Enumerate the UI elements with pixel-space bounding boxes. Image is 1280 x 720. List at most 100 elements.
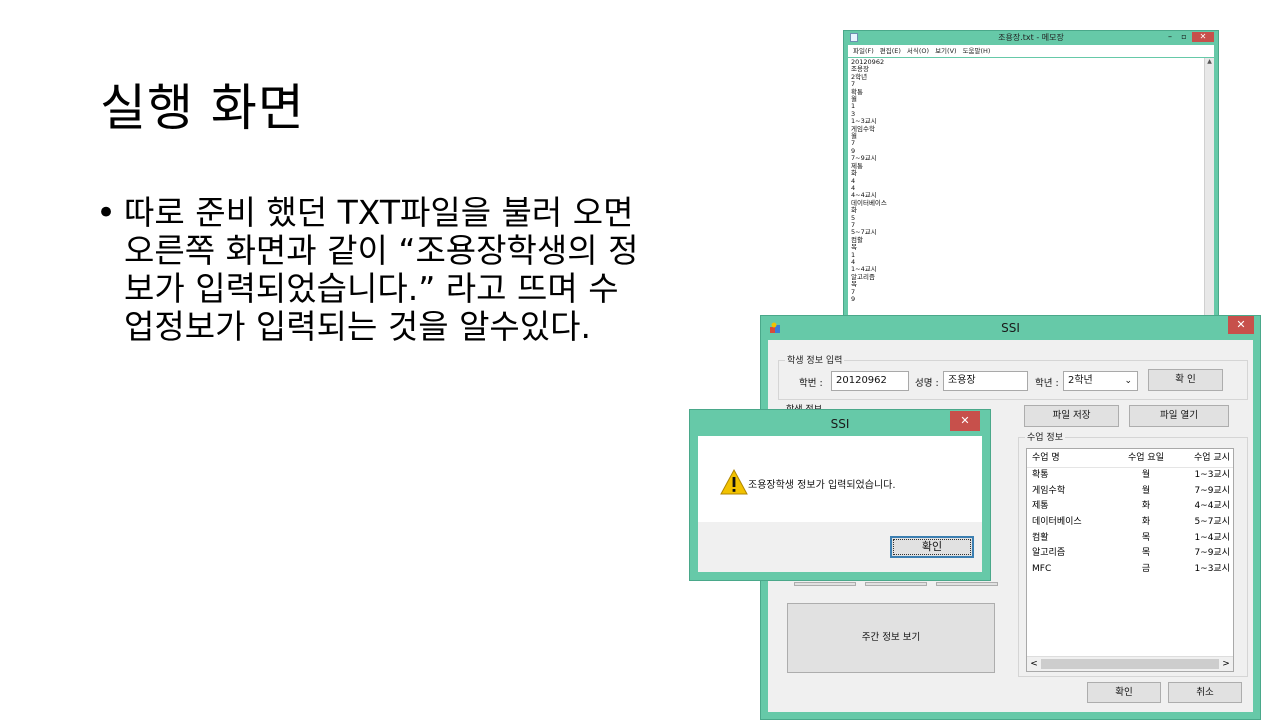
list-cell: 화	[1141, 501, 1151, 512]
ssi-titlebar[interactable]: SSI ✕	[761, 316, 1260, 340]
scroll-up-icon[interactable]: ▲	[1205, 58, 1214, 65]
menu-help[interactable]: 도움말(H)	[963, 45, 991, 57]
notepad-line: 4	[851, 176, 856, 185]
scroll-right-icon[interactable]: >	[1219, 657, 1233, 671]
notepad-line: 7~9교시	[851, 154, 877, 163]
list-cell: 데이터베이스	[1032, 517, 1082, 528]
notepad-app-icon	[850, 33, 858, 42]
close-icon[interactable]: ✕	[1228, 316, 1254, 334]
notepad-title: 조용장.txt - 메모장	[998, 33, 1064, 42]
list-cell: 화	[1141, 517, 1151, 528]
notepad-titlebar[interactable]: 조용장.txt - 메모장 – ▫ ✕	[844, 31, 1218, 45]
notepad-line: 7	[851, 139, 856, 148]
id-label: 학번 :	[799, 378, 823, 389]
list-cell: 확통	[1032, 470, 1049, 480]
list-cell: 1~4교시	[1194, 532, 1230, 543]
minimize-icon[interactable]: –	[1164, 32, 1176, 42]
menu-view[interactable]: 보기(V)	[935, 45, 956, 57]
notepad-line: 월	[851, 132, 857, 141]
notepad-line: 화	[851, 206, 857, 215]
confirm-student-button[interactable]: 확 인	[1148, 369, 1223, 391]
column-header[interactable]: 수업 명	[1027, 449, 1120, 467]
list-item[interactable]: 알고리즘 목 7~9교시	[1027, 546, 1233, 562]
student-id-input[interactable]: 20120962	[831, 371, 909, 391]
class-list[interactable]: 수업 명 수업 요일 수업 교시 확통 월 1~3교시 게임수학 월 7~9교시 제통 화 4~…	[1026, 448, 1234, 672]
list-item[interactable]: 확통 월 1~3교시	[1027, 468, 1233, 484]
message-box-client: 조용장학생 정보가 입력되었습니다. 확인	[698, 436, 982, 572]
notepad-text-area[interactable]: 20120962 조용장 2학년 7 확통 월 1 3 1~3교시 게임수학 월 7 9 7~9교시 제통 화…	[848, 58, 1214, 359]
list-item[interactable]: MFC 금 1~3교시	[1027, 562, 1233, 578]
menu-edit[interactable]: 편집(E)	[880, 45, 901, 57]
warning-icon	[720, 468, 748, 495]
scrollbar-thumb[interactable]	[1041, 659, 1219, 669]
list-cell: 목	[1141, 532, 1151, 543]
list-cell: 7~9교시	[1194, 548, 1230, 559]
notepad-line: 게임수학	[851, 124, 875, 133]
notepad-line: 9	[851, 295, 856, 303]
hidden-button-1[interactable]	[794, 582, 856, 586]
list-item[interactable]: 데이터베이스 화 5~7교시	[1027, 515, 1233, 531]
maximize-icon[interactable]: ▫	[1178, 32, 1190, 42]
list-header: 수업 명 수업 요일 수업 교시	[1027, 449, 1233, 468]
ok-button[interactable]: 확인	[1087, 682, 1161, 703]
list-cell: 1~3교시	[1194, 564, 1230, 575]
message-box-title: SSI	[830, 417, 850, 431]
grade-select-value: 2학년	[1068, 375, 1093, 386]
notepad-line: 1~4교시	[851, 265, 877, 274]
list-cell: 목	[1141, 548, 1151, 559]
list-item[interactable]: 컴활 목 1~4교시	[1027, 531, 1233, 547]
open-file-button[interactable]: 파일 열기	[1129, 405, 1229, 427]
close-icon[interactable]: ✕	[950, 411, 980, 431]
scroll-left-icon[interactable]: <	[1027, 657, 1041, 671]
notepad-line: 목	[851, 280, 857, 289]
notepad-scrollbar[interactable]: ▲	[1204, 58, 1214, 359]
chevron-down-icon[interactable]: ⌄	[1124, 372, 1132, 390]
hidden-button-2[interactable]	[865, 582, 927, 586]
column-header[interactable]: 수업 교시	[1172, 449, 1230, 467]
list-cell: 월	[1141, 470, 1151, 480]
notepad-line: 5~7교시	[851, 228, 877, 237]
notepad-line: 7	[851, 220, 856, 229]
app-icon	[770, 322, 780, 333]
horizontal-scrollbar[interactable]: < >	[1027, 656, 1233, 671]
message-box-titlebar[interactable]: SSI ✕	[690, 410, 990, 436]
weekly-info-button[interactable]: 주간 정보 보기	[787, 603, 995, 673]
save-file-button[interactable]: 파일 저장	[1024, 405, 1119, 427]
list-item[interactable]: 제통 화 4~4교시	[1027, 499, 1233, 515]
notepad-window: 조용장.txt - 메모장 – ▫ ✕ 파일(F) 편집(E) 서식(O) 보기…	[843, 30, 1219, 360]
menu-format[interactable]: 서식(O)	[907, 45, 929, 57]
close-icon[interactable]: ✕	[1192, 32, 1214, 42]
grade-select[interactable]: 2학년 ⌄	[1063, 371, 1138, 391]
hidden-button-3[interactable]	[936, 582, 998, 586]
message-box: SSI ✕ 조용장학생 정보가 입력되었습니다. 확인	[689, 409, 991, 581]
notepad-line: 제통	[851, 161, 863, 170]
list-cell: 5~7교시	[1194, 517, 1230, 528]
notepad-line: 1	[851, 102, 856, 111]
cancel-button[interactable]: 취소	[1168, 682, 1242, 703]
list-rows: 확통 월 1~3교시 게임수학 월 7~9교시 제통 화 4~4교시 데이터베이스 화 5~7교시 컴활…	[1027, 468, 1233, 578]
list-item[interactable]: 게임수학 월 7~9교시	[1027, 484, 1233, 500]
column-header[interactable]: 수업 요일	[1120, 449, 1172, 467]
notepad-line: 20120962	[851, 58, 885, 66]
list-cell: 컴활	[1032, 532, 1049, 543]
notepad-menubar: 파일(F) 편집(E) 서식(O) 보기(V) 도움말(H)	[848, 45, 1214, 57]
notepad-line: 4	[851, 183, 856, 192]
notepad-line: 2학년	[851, 72, 868, 81]
list-cell: 1~3교시	[1194, 470, 1230, 480]
message-ok-button[interactable]: 확인	[890, 536, 974, 558]
list-cell: 제통	[1032, 501, 1049, 512]
notepad-line: 1~3교시	[851, 117, 877, 126]
bullet-dot: •	[96, 193, 117, 233]
list-cell: 4~4교시	[1194, 501, 1230, 512]
menu-file[interactable]: 파일(F)	[853, 45, 874, 57]
student-info-group-label: 학생 정보 입력	[785, 353, 845, 366]
notepad-line: 1	[851, 250, 856, 259]
notepad-line: 4	[851, 257, 856, 266]
name-input[interactable]: 조용장	[943, 371, 1028, 391]
bullet-text: 따로 준비 했던 TXT파일을 불러 오면 오른쪽 화면과 같이 “조용장학생의…	[124, 193, 639, 346]
list-cell: 게임수학	[1032, 485, 1066, 496]
notepad-line: 컴활	[851, 235, 863, 244]
notepad-line: 목	[851, 243, 857, 252]
bullet-point: • 따로 준비 했던 TXT파일을 불러 오면 오른쪽 화면과 같이 “조용장학…	[96, 194, 756, 346]
list-cell: 금	[1141, 564, 1151, 575]
